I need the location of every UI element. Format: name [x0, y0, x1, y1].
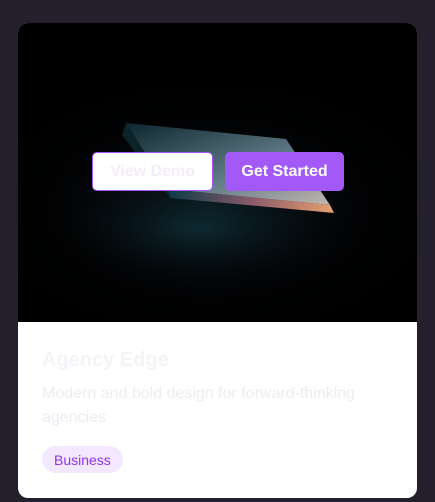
card-info: Agency Edge Modern and bold design for f…: [42, 347, 393, 430]
preview-image: View Demo Get Started: [18, 23, 417, 322]
category-tag[interactable]: Business: [42, 446, 123, 473]
template-card[interactable]: View Demo Get Started Agency Edge Modern…: [18, 23, 417, 498]
view-demo-button[interactable]: View Demo: [92, 152, 213, 191]
card-description: Modern and bold design for forward-think…: [42, 385, 356, 426]
overlay-actions: View Demo Get Started: [92, 152, 344, 191]
get-started-button[interactable]: Get Started: [225, 152, 344, 191]
card-title: Agency Edge: [42, 349, 169, 371]
